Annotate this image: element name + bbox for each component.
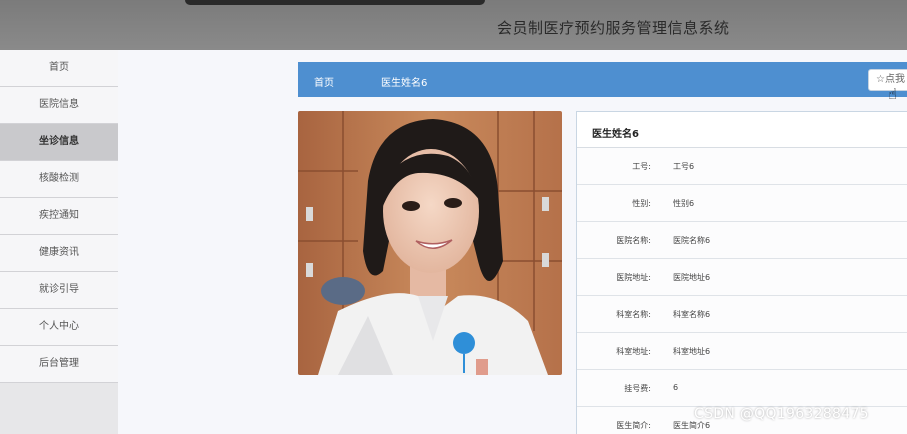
field-value: 6 [673, 383, 679, 392]
sidebar-item-personal-center[interactable]: 个人中心 [0, 309, 118, 346]
sidebar-item-visit-guide[interactable]: 就诊引导 [0, 272, 118, 309]
breadcrumb-current: 医生姓名6 [381, 78, 428, 89]
detail-row: 医院地址: 医院地址6 [577, 259, 907, 296]
sidebar-item-home[interactable]: 首页 [0, 50, 118, 87]
field-label: 科室名称: [616, 310, 651, 319]
field-label: 挂号费: [624, 384, 651, 393]
doctor-name-heading: 医生姓名6 [577, 112, 907, 148]
field-value: 性别6 [673, 199, 695, 208]
field-label: 科室地址: [616, 347, 651, 356]
sidebar-item-health-news[interactable]: 健康资讯 [0, 235, 118, 272]
hand-cursor-icon: ☝ [888, 85, 898, 103]
detail-row: 医院名称: 医院名称6 [577, 222, 907, 259]
field-label: 医生简介: [616, 421, 651, 430]
field-label: 工号: [632, 162, 651, 171]
sidebar-item-cdc-notice[interactable]: 疾控通知 [0, 198, 118, 235]
detail-row: 科室名称: 科室名称6 [577, 296, 907, 333]
detail-row: 挂号费: 6 [577, 370, 907, 407]
detail-row: 工号: 工号6 [577, 148, 907, 185]
field-value: 工号6 [673, 162, 695, 171]
breadcrumb: 首页 医生姓名6 [298, 62, 907, 97]
header-shadow [185, 0, 485, 5]
field-label: 医院地址: [616, 273, 651, 282]
sidebar-item-hospital-info[interactable]: 医院信息 [0, 87, 118, 124]
detail-row: 性别: 性别6 [577, 185, 907, 222]
field-label: 性别: [632, 199, 651, 208]
watermark: CSDN @QQ1963288475 [694, 406, 869, 422]
field-label: 医院名称: [616, 236, 651, 245]
page-title: 会员制医疗预约服务管理信息系统 [497, 19, 730, 37]
header-bar: 会员制医疗预约服务管理信息系统 [0, 0, 907, 50]
sidebar: 首页 医院信息 坐诊信息 核酸检测 疾控通知 健康资讯 就诊引导 个人中心 后台… [0, 50, 118, 434]
field-value: 科室地址6 [673, 347, 711, 356]
field-value: 医院名称6 [673, 236, 711, 245]
sidebar-item-clinic-info[interactable]: 坐诊信息 [0, 124, 118, 161]
sidebar-item-nucleic-test[interactable]: 核酸检测 [0, 161, 118, 198]
detail-row: 科室地址: 科室地址6 [577, 333, 907, 370]
breadcrumb-home-link[interactable]: 首页 [314, 74, 334, 89]
field-value: 科室名称6 [673, 310, 711, 319]
field-value: 医院地址6 [673, 273, 711, 282]
doctor-photo [298, 111, 562, 375]
doctor-detail-panel: 医生姓名6 工号: 工号6 性别: 性别6 医院名称: 医院名称6 医院地址: … [576, 111, 907, 434]
sidebar-item-admin[interactable]: 后台管理 [0, 346, 118, 383]
